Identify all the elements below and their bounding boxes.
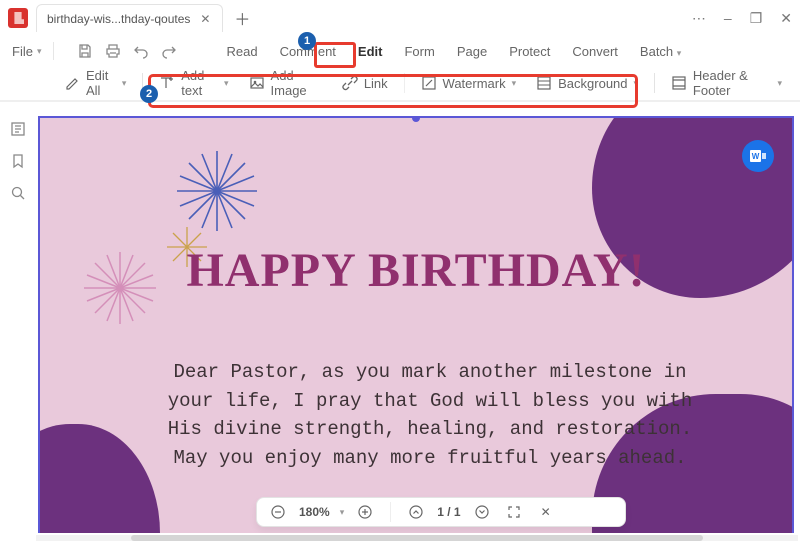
app-icon	[8, 8, 28, 28]
more-icon[interactable]: ⋯	[692, 10, 706, 27]
background-icon	[536, 75, 552, 91]
search-icon[interactable]	[9, 184, 27, 202]
link-button[interactable]: Link	[334, 71, 396, 95]
close-tab-icon[interactable]: ✕	[198, 12, 212, 26]
fullscreen-button[interactable]	[503, 501, 525, 523]
left-sidebar	[0, 112, 36, 532]
chevron-down-icon: ▾	[37, 46, 42, 57]
view-status-bar: 180% ▾ 1 / 1 ✕	[256, 497, 626, 527]
scrollbar-thumb[interactable]	[131, 535, 703, 541]
file-menu[interactable]: File ▾	[8, 42, 45, 61]
tab-read[interactable]: Read	[216, 40, 267, 63]
document-tab[interactable]: birthday-wis...thday-qoutes ✕	[36, 4, 223, 32]
svg-text:W: W	[752, 152, 760, 161]
firework-icon	[172, 146, 262, 236]
menu-tabs: Read Comment Edit Form Page Protect Conv…	[216, 40, 691, 63]
chevron-down-icon: ▾	[224, 78, 229, 89]
zoom-in-button[interactable]	[354, 501, 376, 523]
decorative-blob	[38, 424, 160, 533]
watermark-label: Watermark	[443, 76, 506, 91]
minimize-icon[interactable]: –	[724, 10, 732, 27]
redo-icon[interactable]	[160, 42, 178, 60]
new-tab-button[interactable]: ＋	[229, 5, 255, 31]
separator	[390, 502, 391, 522]
add-text-button[interactable]: Add text ▾	[151, 64, 236, 102]
edit-all-label: Edit All	[86, 68, 116, 98]
menubar: File ▾ Read Comment Edit Form Page Protec…	[0, 36, 800, 66]
add-image-label: Add Image	[271, 68, 322, 98]
watermark-icon	[421, 75, 437, 91]
add-text-icon	[159, 75, 175, 91]
add-image-icon	[249, 75, 265, 91]
annotation-badge-2: 2	[140, 85, 158, 103]
thumbnails-icon[interactable]	[9, 120, 27, 138]
file-menu-label: File	[12, 44, 33, 59]
edit-all-button[interactable]: Edit All ▾	[56, 64, 134, 102]
document-title-text[interactable]: HAPPY BIRTHDAY!	[40, 243, 792, 298]
chevron-down-icon: ▾	[677, 48, 682, 58]
chevron-down-icon: ▾	[777, 78, 782, 89]
export-word-button[interactable]: W	[742, 140, 774, 172]
document-body-text[interactable]: Dear Pastor, as you mark another milesto…	[160, 358, 700, 472]
add-image-button[interactable]: Add Image	[241, 64, 330, 102]
canvas-area: W HAPPY BIRTHDAY! Dear Pastor, as you ma…	[36, 112, 798, 533]
tab-edit[interactable]: Edit	[348, 40, 393, 63]
undo-icon[interactable]	[132, 42, 150, 60]
page-indicator[interactable]: 1 / 1	[437, 505, 460, 519]
tab-batch-label: Batch	[640, 44, 673, 59]
link-label: Link	[364, 76, 388, 91]
tab-title: birthday-wis...thday-qoutes	[47, 12, 190, 26]
link-icon	[342, 75, 358, 91]
add-text-label: Add text	[181, 68, 218, 98]
zoom-out-button[interactable]	[267, 501, 289, 523]
close-statusbar-button[interactable]: ✕	[535, 501, 557, 523]
close-window-icon[interactable]: ✕	[780, 10, 792, 27]
document-page[interactable]: W HAPPY BIRTHDAY! Dear Pastor, as you ma…	[38, 116, 794, 533]
background-label: Background	[558, 76, 627, 91]
chevron-down-icon: ▾	[122, 78, 127, 89]
annotation-badge-1: 1	[298, 32, 316, 50]
chevron-down-icon[interactable]: ▾	[340, 507, 345, 518]
tab-convert[interactable]: Convert	[562, 40, 628, 63]
titlebar: birthday-wis...thday-qoutes ✕ ＋ ⋯ – ❐ ✕	[0, 0, 800, 36]
next-page-button[interactable]	[471, 501, 493, 523]
chevron-down-icon: ▾	[634, 78, 639, 89]
tab-page[interactable]: Page	[447, 40, 497, 63]
bookmarks-icon[interactable]	[9, 152, 27, 170]
quick-access-toolbar	[76, 42, 178, 60]
tab-form[interactable]: Form	[394, 40, 444, 63]
header-footer-icon	[671, 75, 687, 91]
header-footer-button[interactable]: Header & Footer ▾	[663, 64, 790, 102]
header-footer-label: Header & Footer	[693, 68, 772, 98]
edit-toolbar: Edit All ▾ Add text ▾ Add Image Link Water…	[0, 66, 800, 102]
save-icon[interactable]	[76, 42, 94, 60]
edit-all-icon	[64, 75, 80, 91]
tab-protect[interactable]: Protect	[499, 40, 560, 63]
background-button[interactable]: Background ▾	[528, 71, 646, 95]
separator	[654, 73, 655, 93]
prev-page-button[interactable]	[405, 501, 427, 523]
horizontal-scrollbar[interactable]	[36, 535, 798, 541]
zoom-level[interactable]: 180%	[299, 505, 330, 519]
selection-handle[interactable]	[412, 116, 420, 122]
separator	[53, 42, 54, 60]
watermark-button[interactable]: Watermark ▾	[413, 71, 525, 95]
maximize-icon[interactable]: ❐	[750, 10, 763, 27]
separator	[404, 73, 405, 93]
tab-batch[interactable]: Batch ▾	[630, 40, 691, 63]
window-controls: ⋯ – ❐ ✕	[692, 10, 792, 27]
chevron-down-icon: ▾	[512, 78, 517, 89]
print-icon[interactable]	[104, 42, 122, 60]
